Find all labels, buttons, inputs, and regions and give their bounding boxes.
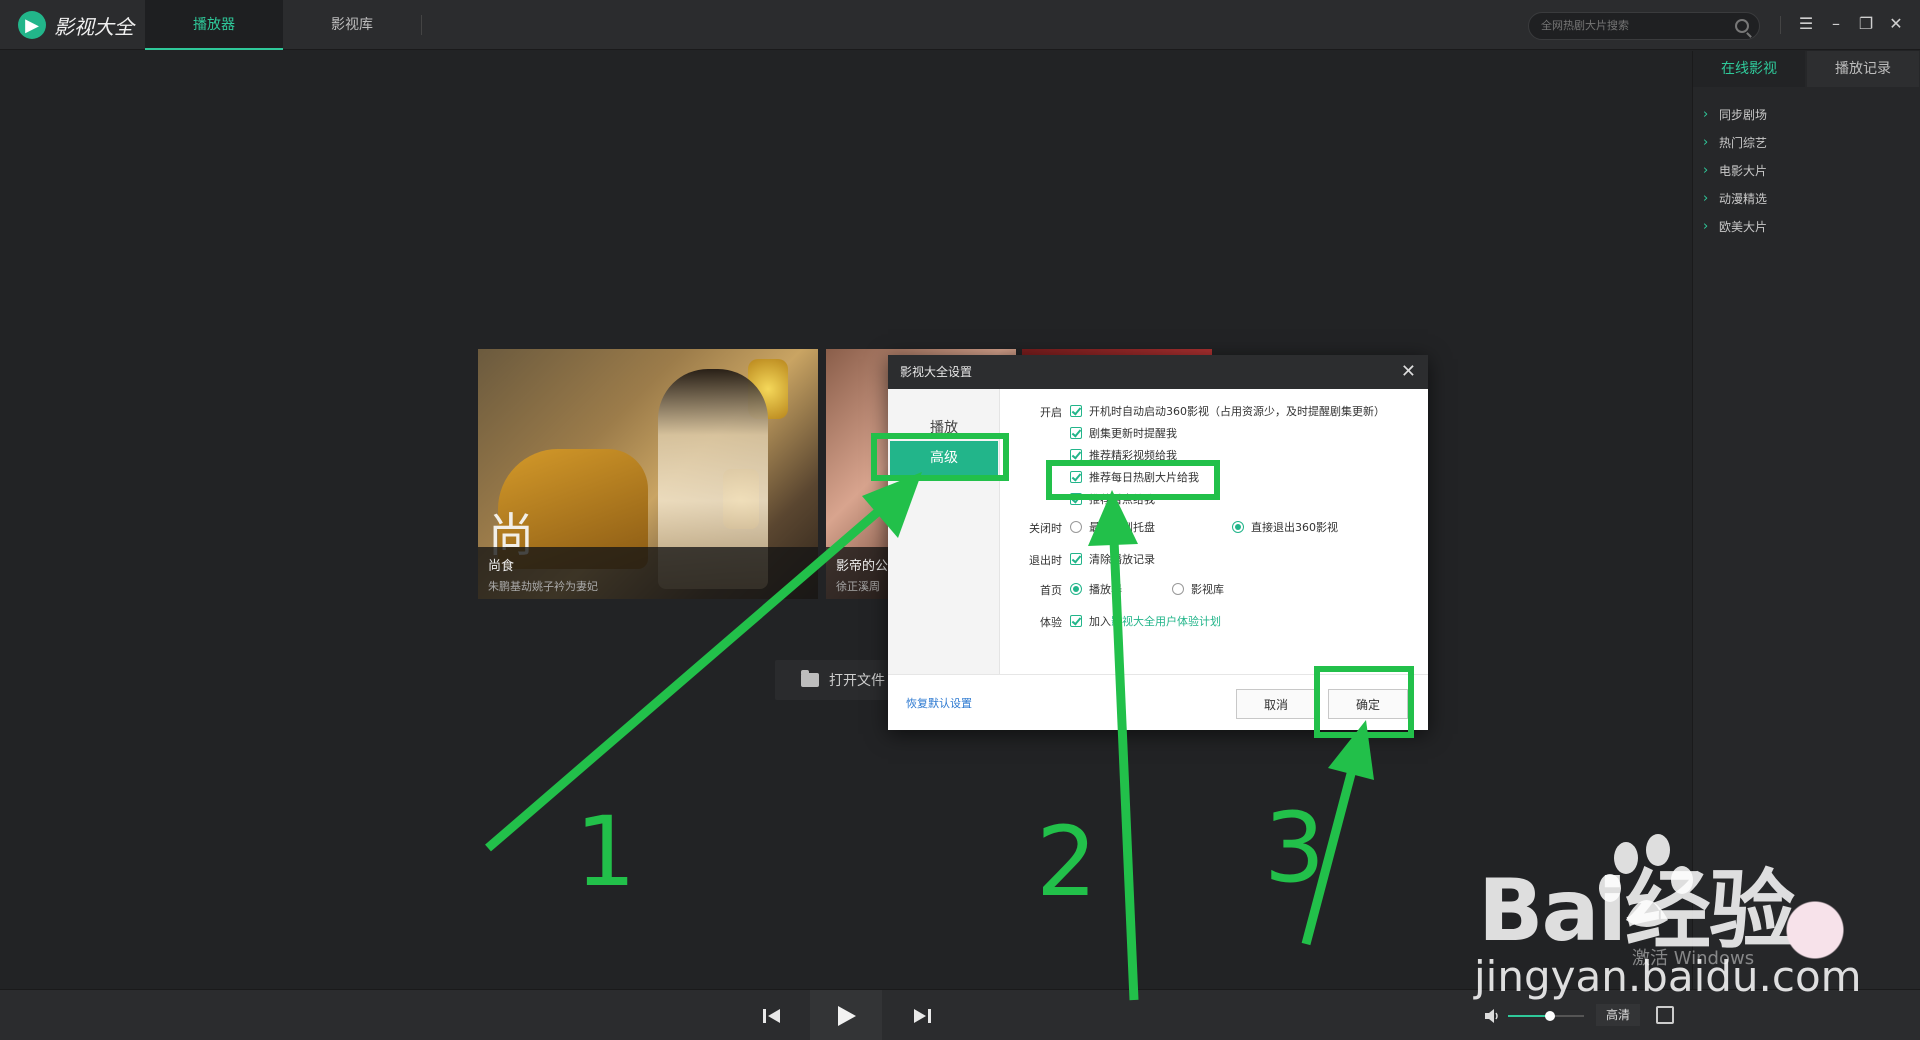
annotation-number-2: 2 — [1036, 806, 1098, 918]
quality-button[interactable]: 高清 — [1596, 1004, 1640, 1026]
chevron-right-icon: › — [1703, 135, 1709, 150]
app-window: ▶ 影视大全 播放器 影视库 ☰ – ❐ ✕ 在线影视 播放记录 ›同步剧场 ›… — [0, 0, 1920, 1040]
exit-label: 退出时 — [1029, 554, 1062, 567]
chevron-right-icon: › — [1703, 191, 1709, 206]
highlight-box — [1314, 666, 1414, 738]
next-icon — [914, 1008, 931, 1023]
category-item[interactable]: › 动漫精选 — [1703, 185, 1767, 213]
radio[interactable] — [1172, 583, 1184, 595]
poster-title: 尚食 — [488, 559, 515, 574]
home-label: 首页 — [1040, 584, 1062, 597]
option-home-player[interactable]: 播放器 — [1070, 581, 1122, 597]
option-exit-directly[interactable]: 直接退出360影视 — [1232, 519, 1338, 535]
chevron-right-icon: › — [1703, 107, 1709, 122]
play-button[interactable] — [810, 990, 882, 1040]
dialog-title: 影视大全设置 — [900, 365, 973, 379]
checkbox[interactable] — [1070, 427, 1082, 439]
highlight-box — [871, 433, 1009, 481]
volume-handle[interactable] — [1544, 1011, 1555, 1021]
dialog-sidebar: 播放 高级 — [888, 389, 1000, 674]
cancel-button[interactable]: 取消 — [1236, 689, 1316, 719]
category-item[interactable]: › 电影大片 — [1703, 157, 1767, 185]
sticker-image — [1780, 890, 1850, 990]
fullscreen-icon[interactable] — [1656, 1006, 1674, 1024]
poster-subtitle: 朱鹏基劫姚子衿为妻妃 — [488, 580, 598, 593]
tab-divider — [421, 15, 422, 35]
play-icon — [838, 1005, 856, 1026]
dialog-header: 影视大全设置 ✕ — [888, 355, 1428, 389]
restore-defaults-link[interactable]: 恢复默认设置 — [906, 695, 972, 711]
tab-online-video[interactable]: 在线影视 — [1693, 51, 1805, 87]
category-list: › 同步剧场 › 热门综艺 › 电影大片 › 动漫精选 › 欧美大片 — [1703, 101, 1767, 241]
folder-icon — [801, 670, 819, 687]
window-divider — [1780, 16, 1781, 34]
restore-icon[interactable]: ❐ — [1856, 14, 1876, 34]
close-label: 关闭时 — [1029, 522, 1062, 535]
close-icon[interactable]: ✕ — [1886, 14, 1906, 34]
top-bar: ▶ 影视大全 播放器 影视库 ☰ – ❐ ✕ — [0, 0, 1920, 50]
search-input[interactable] — [1541, 19, 1721, 32]
radio[interactable] — [1070, 583, 1082, 595]
volume-level — [1508, 1015, 1550, 1017]
minimize-icon[interactable]: – — [1826, 14, 1846, 34]
app-name: 影视大全 — [54, 14, 134, 39]
poster-caption: 尚食 朱鹏基劫姚子衿为妻妃 — [478, 547, 818, 599]
play-logo-icon: ▶ — [18, 11, 46, 39]
menu-icon[interactable]: ☰ — [1796, 14, 1816, 34]
radio[interactable] — [1070, 521, 1082, 533]
next-button[interactable] — [902, 990, 942, 1040]
experience-plan-link[interactable]: 影视大全用户体验计划 — [1111, 613, 1221, 629]
open-file-label: 打开文件 — [829, 673, 885, 689]
previous-icon — [763, 1008, 780, 1023]
volume-icon[interactable] — [1484, 1008, 1500, 1024]
radio[interactable] — [1232, 521, 1244, 533]
option-autostart[interactable]: 开机时自动启动360影视（占用资源少，及时提醒剧集更新） — [1070, 403, 1385, 419]
category-item[interactable]: › 热门综艺 — [1703, 129, 1767, 157]
checkbox[interactable] — [1070, 405, 1082, 417]
startup-label: 开启 — [1040, 406, 1062, 419]
poster-card[interactable]: 尚 尚食 朱鹏基劫姚子衿为妻妃 — [478, 349, 818, 599]
volume-slider[interactable] — [1508, 1011, 1584, 1021]
category-item[interactable]: › 欧美大片 — [1703, 213, 1767, 241]
close-icon[interactable]: ✕ — [1401, 355, 1416, 389]
option-update-remind[interactable]: 剧集更新时提醒我 — [1070, 425, 1177, 441]
experience-label: 体验 — [1040, 616, 1062, 629]
annotation-number-1: 1 — [575, 796, 637, 908]
option-experience-plan[interactable]: 加入 影视大全用户体验计划 — [1070, 613, 1221, 629]
tab-library[interactable]: 影视库 — [283, 0, 421, 50]
annotation-number-3: 3 — [1264, 792, 1326, 904]
option-home-library[interactable]: 影视库 — [1172, 581, 1224, 597]
tab-play-history[interactable]: 播放记录 — [1807, 51, 1919, 87]
previous-button[interactable] — [752, 990, 792, 1040]
app-logo: ▶ 影视大全 — [18, 10, 134, 40]
option-minimize-tray[interactable]: 最小化到托盘 — [1070, 519, 1155, 535]
checkbox[interactable] — [1070, 615, 1082, 627]
checkbox[interactable] — [1070, 553, 1082, 565]
category-item[interactable]: › 同步剧场 — [1703, 101, 1767, 129]
highlight-box — [1046, 460, 1220, 500]
dialog-body: 开启 开机时自动启动360影视（占用资源少，及时提醒剧集更新） 剧集更新时提醒我… — [1000, 389, 1428, 674]
search-box[interactable] — [1528, 12, 1760, 40]
search-icon[interactable] — [1735, 19, 1749, 33]
option-clear-history[interactable]: 清除播放记录 — [1070, 551, 1155, 567]
chevron-right-icon: › — [1703, 219, 1709, 234]
tab-player[interactable]: 播放器 — [145, 0, 283, 50]
chevron-right-icon: › — [1703, 163, 1709, 178]
